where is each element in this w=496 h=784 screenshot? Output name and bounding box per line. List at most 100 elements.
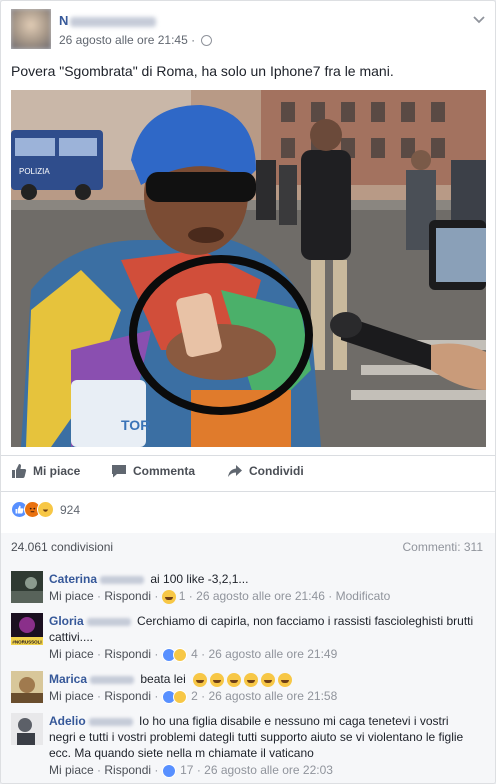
separator-dot: · [328, 589, 333, 603]
reactions-summary[interactable]: 924 [11, 501, 80, 518]
reactions-count: 924 [60, 502, 81, 517]
laughing-emoji-icon [227, 672, 242, 687]
chevron-down-icon[interactable] [473, 13, 485, 27]
comment-timestamp[interactable]: 26 agosto alle ore 21:46 [196, 589, 325, 603]
comment-like-link[interactable]: Mi piace [49, 589, 94, 603]
laughing-emoji-icon [278, 672, 293, 687]
photo-illustration: POLIZIA TOR [11, 90, 486, 447]
separator-dot: · [154, 647, 159, 661]
separator-dot: · [97, 763, 102, 777]
commenter-surname-blurred [100, 575, 145, 584]
comment-body: Gloria Cerchiamo di capirla, non facciam… [49, 613, 485, 645]
haha-icon [37, 501, 54, 518]
post-card: N 26 agosto alle ore 21:45 · Povera "Sgo… [0, 0, 496, 784]
share-button[interactable]: Condividi [227, 463, 304, 479]
comment-label: Commenta [133, 464, 196, 478]
share-label: Condividi [249, 464, 304, 478]
shares-count[interactable]: 24.061 condivisioni [11, 540, 113, 554]
separator-dot: · [201, 689, 206, 703]
comment-avatar[interactable] [11, 671, 43, 703]
thumbs-up-icon [12, 464, 27, 478]
separator-dot: · [97, 589, 102, 603]
comment-reaction-count[interactable]: 1 [179, 589, 186, 603]
comment-button[interactable]: Commenta [111, 463, 195, 479]
comment-text: beata lei [140, 672, 186, 686]
comment-edited[interactable]: Modificato [336, 589, 391, 603]
comment-avatar[interactable] [11, 713, 43, 745]
laughing-emoji-icon [261, 672, 276, 687]
comment-timestamp[interactable]: 26 agosto alle ore 21:58 [208, 689, 337, 703]
post-text: Povera "Sgombrata" di Roma, ha solo un I… [11, 63, 394, 79]
comment-reply-link[interactable]: Rispondi [104, 689, 151, 703]
comment-actions: Mi piace · Rispondi · 17 · 26 agosto all… [49, 763, 333, 778]
post-header: N 26 agosto alle ore 21:45 · [11, 7, 485, 49]
comment-reaction-count[interactable]: 17 [180, 763, 193, 777]
avatar-caption: #NORUSSOLI [12, 640, 41, 645]
comment-like-link[interactable]: Mi piace [49, 689, 94, 703]
comment-item: Adelio Io ho una figlia disabile e nessu… [11, 711, 485, 781]
separator-dot: · [201, 647, 206, 661]
commenter-name[interactable]: Caterina [49, 572, 97, 586]
comment-timestamp[interactable]: 26 agosto alle ore 22:03 [204, 763, 333, 777]
post-photo[interactable]: POLIZIA TOR [11, 90, 486, 447]
comment-reactions [161, 689, 187, 704]
divider-mid [1, 491, 495, 492]
author-name[interactable]: N [59, 13, 157, 28]
commenter-name[interactable]: Gloria [49, 614, 84, 628]
van-label: POLIZIA [19, 167, 50, 176]
post-timestamp[interactable]: 26 agosto alle ore 21:45 · [59, 33, 195, 47]
mic-label: TOR [121, 417, 150, 433]
comment-reaction-count[interactable]: 2 [191, 689, 198, 703]
author-name-blurred [70, 16, 157, 27]
like-button[interactable]: Mi piace [11, 463, 80, 479]
commenter-name[interactable]: Adelio [49, 714, 86, 728]
comments-list: Caterina ai 100 like -3,2,1... Mi piace … [1, 559, 495, 783]
separator-dot: · [97, 689, 102, 703]
commenter-surname-blurred [88, 717, 133, 726]
comment-actions: Mi piace · Rispondi · 2 · 26 agosto alle… [49, 689, 337, 704]
post-stats: 24.061 condivisioni Commenti: 311 [1, 533, 495, 559]
post-meta: 26 agosto alle ore 21:45 · [59, 33, 213, 47]
comments-count[interactable]: Commenti: 311 [403, 540, 483, 554]
commenter-surname-blurred [86, 617, 131, 626]
comment-actions: Mi piace · Rispondi · 4 · 26 agosto alle… [49, 647, 337, 662]
comment-like-link[interactable]: Mi piace [49, 763, 94, 777]
separator-dot: · [196, 763, 201, 777]
author-avatar[interactable] [11, 9, 51, 49]
comment-reactions [161, 763, 176, 778]
comment-reply-link[interactable]: Rispondi [104, 647, 151, 661]
comment-body: Marica beata lei [49, 671, 485, 687]
comment-emojis [193, 672, 295, 687]
haha-icon [172, 647, 187, 662]
comment-reply-link[interactable]: Rispondi [104, 763, 151, 777]
comment-reaction-count[interactable]: 4 [191, 647, 198, 661]
comment-body: Adelio Io ho una figlia disabile e nessu… [49, 713, 469, 761]
globe-icon [201, 35, 213, 47]
haha-icon [161, 589, 176, 604]
comment-body: Caterina ai 100 like -3,2,1... [49, 571, 485, 587]
separator-dot: · [154, 763, 159, 777]
comment-item: Caterina ai 100 like -3,2,1... Mi piace … [11, 569, 485, 609]
separator-dot: · [97, 647, 102, 661]
laughing-emoji-icon [244, 672, 259, 687]
comment-like-link[interactable]: Mi piace [49, 647, 94, 661]
comment-item: Marica beata lei Mi piace · Rispondi · 2… [11, 669, 485, 709]
commenter-name[interactable]: Marica [49, 672, 87, 686]
like-icon [161, 763, 176, 778]
haha-icon [172, 689, 187, 704]
comment-actions: Mi piace · Rispondi · 1 · 26 agosto alle… [49, 589, 390, 604]
author-initial[interactable]: N [59, 13, 68, 28]
like-label: Mi piace [33, 464, 81, 478]
divider-top [1, 455, 495, 456]
comment-timestamp[interactable]: 26 agosto alle ore 21:49 [208, 647, 337, 661]
comment-avatar[interactable]: #NORUSSOLI [11, 613, 43, 645]
laughing-emoji-icon [210, 672, 225, 687]
comment-reply-link[interactable]: Rispondi [104, 589, 151, 603]
separator-dot: · [154, 589, 159, 603]
action-bar: Mi piace Commenta Condividi [1, 463, 495, 485]
commenter-surname-blurred [90, 675, 135, 684]
comment-avatar[interactable] [11, 571, 43, 603]
comment-text: ai 100 like -3,2,1... [150, 572, 249, 586]
comment-reactions [161, 647, 187, 662]
separator-dot: · [188, 589, 193, 603]
